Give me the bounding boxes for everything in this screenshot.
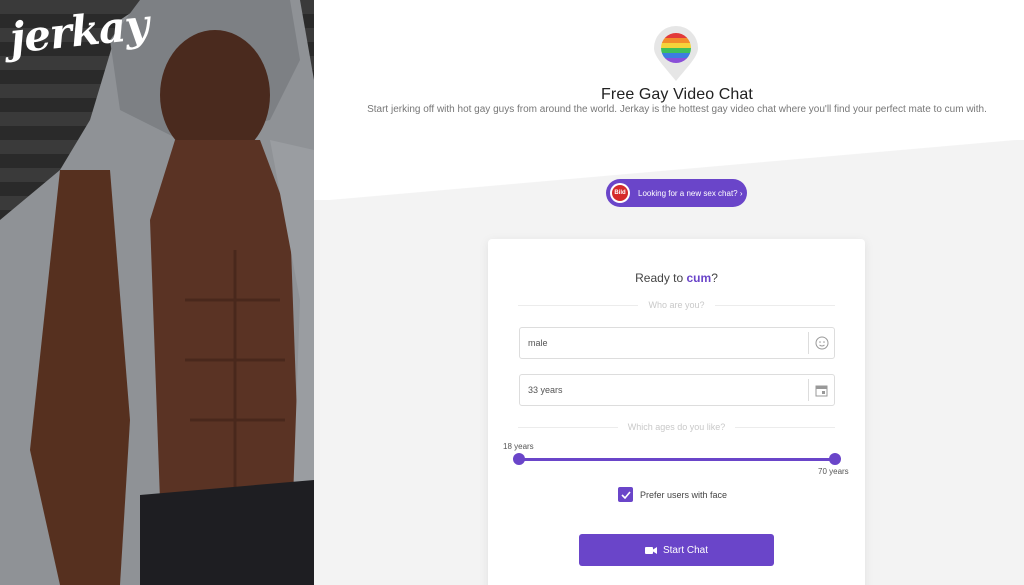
bild-badge-text: Bild xyxy=(612,185,628,201)
ages-divider: Which ages do you like? xyxy=(518,421,835,433)
bild-badge-icon: Bild xyxy=(610,183,630,203)
prefer-face-label: Prefer users with face xyxy=(640,489,728,500)
age-range-max-handle[interactable] xyxy=(829,453,841,465)
ready-prefix: Ready to xyxy=(635,271,687,285)
rainbow-map-marker-icon xyxy=(652,26,700,82)
calendar-icon xyxy=(808,379,834,401)
age-range-min-label: 18 years xyxy=(503,442,534,451)
promo-label: Looking for a new sex chat? › xyxy=(638,188,743,198)
signup-card: Ready to cum? Who are you? male 33 years… xyxy=(488,239,865,585)
age-select[interactable]: 33 years xyxy=(519,374,835,406)
promo-link-button[interactable]: Bild Looking for a new sex chat? › xyxy=(606,179,747,207)
who-are-you-label: Who are you? xyxy=(648,300,705,310)
prefer-face-checkbox-row[interactable]: Prefer users with face xyxy=(618,487,727,502)
age-range-min-handle[interactable] xyxy=(513,453,525,465)
ages-label: Which ages do you like? xyxy=(627,422,726,432)
hero-photo: jerkay xyxy=(0,0,314,585)
ready-highlight: cum xyxy=(686,271,712,285)
prefer-face-checkbox[interactable] xyxy=(618,487,633,502)
start-chat-button[interactable]: Start Chat xyxy=(579,534,774,566)
gender-select[interactable]: male xyxy=(519,327,835,359)
main-content: Free Gay Video Chat Start jerking off wi… xyxy=(314,0,1024,585)
video-camera-icon xyxy=(644,546,657,555)
age-value: 33 years xyxy=(528,385,563,395)
gender-value: male xyxy=(528,338,548,348)
age-range-slider[interactable] xyxy=(519,458,835,461)
ready-heading: Ready to cum? xyxy=(488,271,865,285)
start-chat-label: Start Chat xyxy=(662,544,709,556)
who-are-you-divider: Who are you? xyxy=(518,299,835,311)
face-icon xyxy=(808,332,834,354)
hero-photo-illustration xyxy=(0,0,314,585)
ready-suffix: ? xyxy=(711,271,718,285)
page-title: Free Gay Video Chat xyxy=(601,86,753,103)
page-description: Start jerking off with hot gay guys from… xyxy=(367,104,987,115)
age-range-max-label: 70 years xyxy=(818,467,849,476)
